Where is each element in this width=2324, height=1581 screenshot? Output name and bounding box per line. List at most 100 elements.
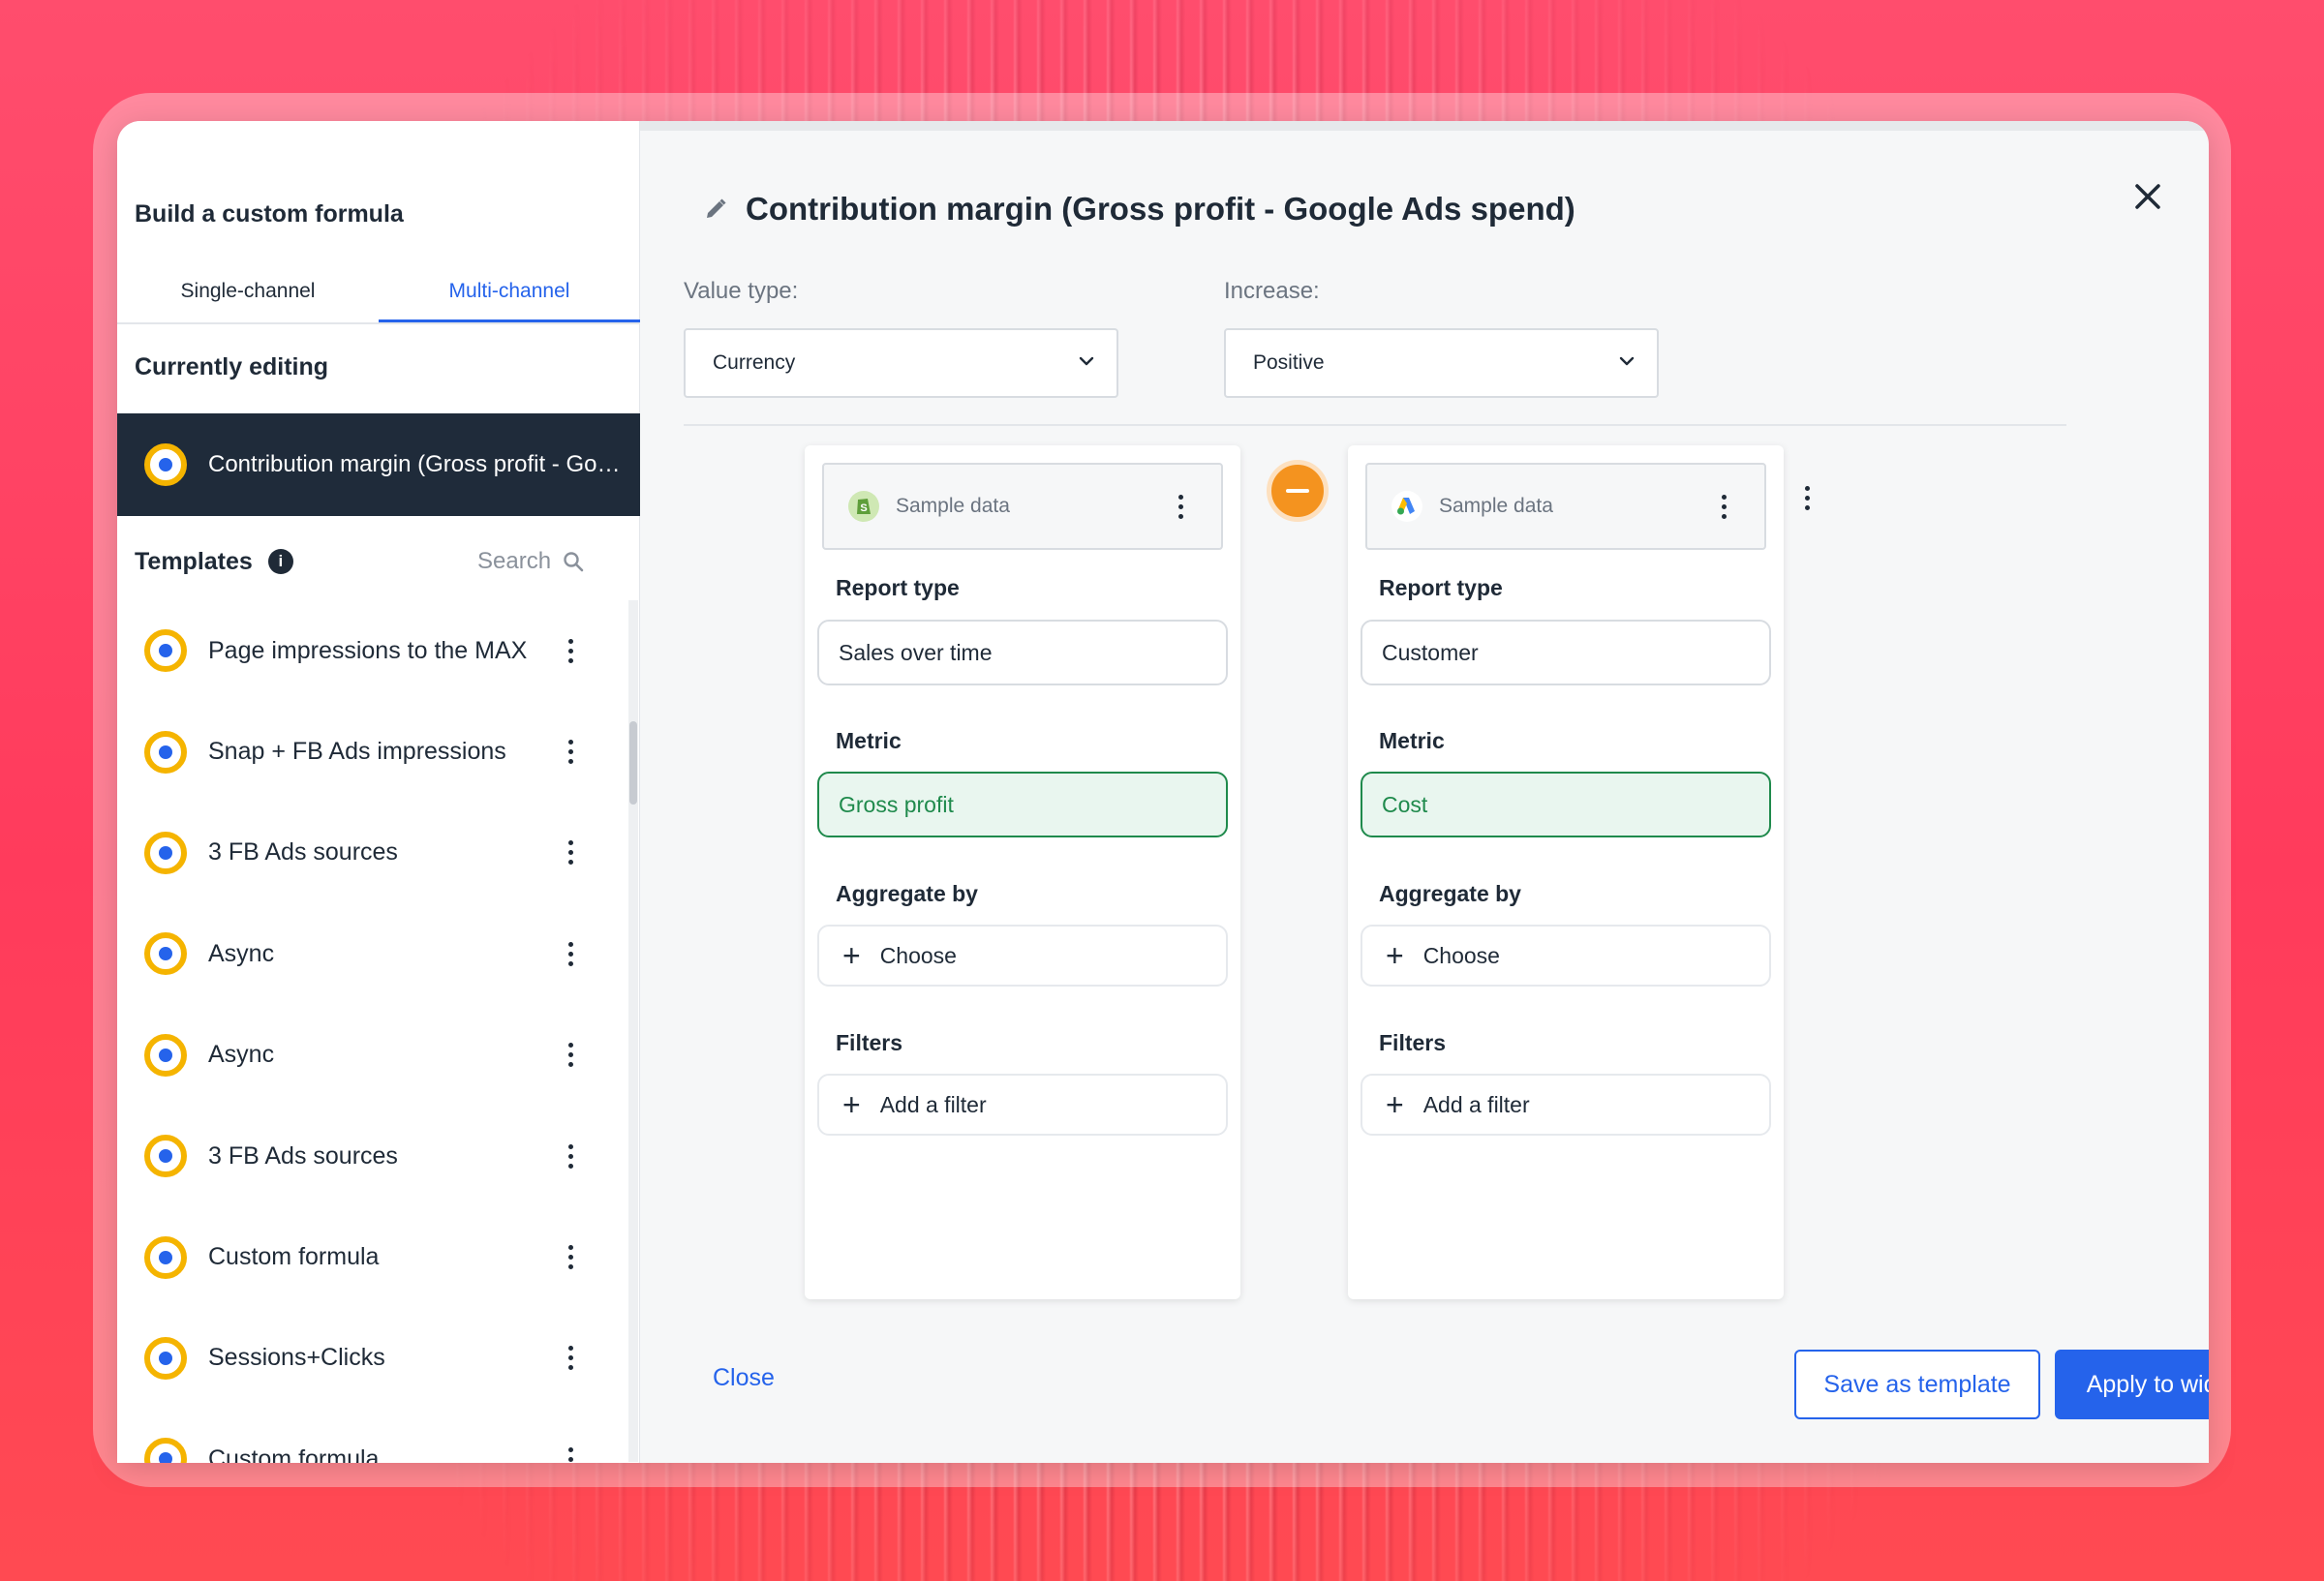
template-search[interactable]: Search — [477, 542, 584, 581]
aggregate-choose-button[interactable]: + Choose — [817, 925, 1228, 987]
plus-icon: + — [1386, 938, 1404, 973]
more-options-icon[interactable] — [1722, 494, 1728, 519]
templates-heading: Templates — [135, 547, 253, 575]
template-label: Custom formula — [208, 1444, 380, 1463]
chevron-down-icon — [1079, 356, 1094, 366]
info-icon[interactable]: i — [267, 549, 293, 574]
list-item[interactable]: Custom formula — [117, 1409, 630, 1463]
metric-field[interactable]: Cost — [1361, 772, 1771, 837]
aggregate-placeholder: Choose — [1422, 942, 1500, 968]
formula-ring-icon — [144, 932, 187, 976]
list-item[interactable]: 3 FB Ads sources — [117, 1106, 630, 1206]
formula-title[interactable]: Contribution margin (Gross profit - Goog… — [703, 191, 1575, 228]
value-type-value: Currency — [713, 351, 796, 374]
formula-ring-icon — [144, 831, 187, 874]
aggregate-label: Aggregate by — [836, 881, 978, 906]
tab-multi-channel[interactable]: Multi-channel — [379, 268, 640, 322]
template-list: Page impressions to the MAX Snap + FB Ad… — [117, 600, 630, 1463]
formula-operand-card-2: Sample data Report type Customer Metric … — [1348, 445, 1784, 1299]
sidebar-title: Build a custom formula — [135, 200, 404, 228]
report-type-field[interactable]: Sales over time — [817, 620, 1228, 685]
search-icon — [564, 552, 584, 572]
page-title: Contribution margin (Gross profit - Goog… — [746, 191, 1575, 227]
list-item[interactable]: Snap + FB Ads impressions — [117, 701, 630, 802]
sidebar: Build a custom formula Single-channel Mu… — [117, 121, 640, 1463]
currently-editing-label: Contribution margin (Gross profit - Goog… — [208, 451, 625, 477]
minus-icon — [1286, 489, 1309, 493]
list-item[interactable]: Sessions+Clicks — [117, 1308, 630, 1409]
formula-ring-icon — [144, 443, 187, 486]
divider — [684, 424, 2066, 426]
formula-ring-icon — [144, 730, 187, 774]
pencil-icon[interactable] — [703, 197, 728, 222]
google-ads-icon — [1391, 491, 1422, 522]
currently-editing-heading: Currently editing — [135, 353, 329, 380]
close-icon[interactable] — [2128, 177, 2167, 216]
aggregate-label: Aggregate by — [1379, 881, 1521, 906]
report-type-field[interactable]: Customer — [1361, 620, 1771, 685]
more-options-icon[interactable] — [568, 1346, 574, 1371]
add-filter-button[interactable]: + Add a filter — [817, 1074, 1228, 1136]
report-type-label: Report type — [836, 575, 960, 600]
close-button[interactable]: Close — [713, 1364, 775, 1392]
scrollbar-thumb[interactable] — [629, 721, 637, 805]
search-label: Search — [477, 548, 552, 574]
template-label: Sessions+Clicks — [208, 1344, 385, 1372]
shopify-icon: S — [848, 491, 879, 522]
chevron-down-icon — [1619, 356, 1635, 366]
list-item[interactable]: Page impressions to the MAX — [117, 600, 630, 701]
value-type-label: Value type: — [684, 278, 799, 304]
report-type-label: Report type — [1379, 575, 1503, 600]
sidebar-scrollbar[interactable] — [628, 600, 638, 1462]
list-item[interactable]: Async — [117, 1005, 630, 1106]
more-options-icon[interactable] — [568, 941, 574, 966]
more-options-icon[interactable] — [568, 1143, 574, 1169]
add-filter-button[interactable]: + Add a filter — [1361, 1074, 1771, 1136]
plus-icon: + — [842, 1087, 861, 1122]
currently-editing-item[interactable]: Contribution margin (Gross profit - Goog… — [117, 413, 640, 516]
more-options-icon[interactable] — [568, 740, 574, 765]
list-item[interactable]: Async — [117, 903, 630, 1004]
increase-label: Increase: — [1224, 278, 1320, 304]
formula-editor: Contribution margin (Gross profit - Goog… — [641, 121, 2209, 1463]
formula-ring-icon — [144, 1235, 187, 1279]
minus-operator-button[interactable] — [1267, 460, 1329, 522]
increase-value: Positive — [1253, 351, 1325, 374]
formula-ring-icon — [144, 1033, 187, 1077]
metric-field[interactable]: Gross profit — [817, 772, 1228, 837]
formula-ring-icon — [144, 629, 187, 673]
value-type-select[interactable]: Currency — [684, 328, 1118, 398]
list-item[interactable]: Custom formula — [117, 1206, 630, 1307]
data-source-label: Sample data — [896, 495, 1010, 517]
filter-placeholder: Add a filter — [1422, 1091, 1530, 1117]
increase-select[interactable]: Positive — [1224, 328, 1659, 398]
more-options-icon[interactable] — [568, 1043, 574, 1068]
template-label: Snap + FB Ads impressions — [208, 738, 506, 766]
svg-text:S: S — [860, 502, 867, 514]
plus-icon: + — [1386, 1087, 1404, 1122]
tab-single-channel[interactable]: Single-channel — [117, 268, 379, 322]
template-label: Async — [208, 1041, 275, 1069]
aggregate-placeholder: Choose — [879, 942, 957, 968]
aggregate-choose-button[interactable]: + Choose — [1361, 925, 1771, 987]
more-options-icon[interactable] — [568, 638, 574, 663]
filters-label: Filters — [836, 1030, 903, 1055]
list-item[interactable]: 3 FB Ads sources — [117, 803, 630, 903]
metric-label: Metric — [836, 728, 902, 753]
more-options-icon[interactable] — [568, 1245, 574, 1270]
formula-ring-icon — [144, 1336, 187, 1380]
data-source-selector[interactable]: S Sample data — [822, 463, 1223, 550]
data-source-selector[interactable]: Sample data — [1365, 463, 1766, 550]
apply-to-widget-button[interactable]: Apply to widget — [2055, 1350, 2209, 1419]
filter-placeholder: Add a filter — [879, 1091, 987, 1117]
filters-label: Filters — [1379, 1030, 1447, 1055]
formula-ring-icon — [144, 1438, 187, 1463]
plus-icon: + — [842, 938, 861, 973]
save-as-template-button[interactable]: Save as template — [1794, 1350, 2040, 1419]
formula-modal: Build a custom formula Single-channel Mu… — [117, 121, 2209, 1463]
formula-more-options-icon[interactable] — [1805, 486, 1811, 510]
channel-tabs: Single-channel Multi-channel — [117, 268, 640, 324]
more-options-icon[interactable] — [1178, 494, 1184, 519]
more-options-icon[interactable] — [568, 1446, 574, 1463]
more-options-icon[interactable] — [568, 840, 574, 866]
